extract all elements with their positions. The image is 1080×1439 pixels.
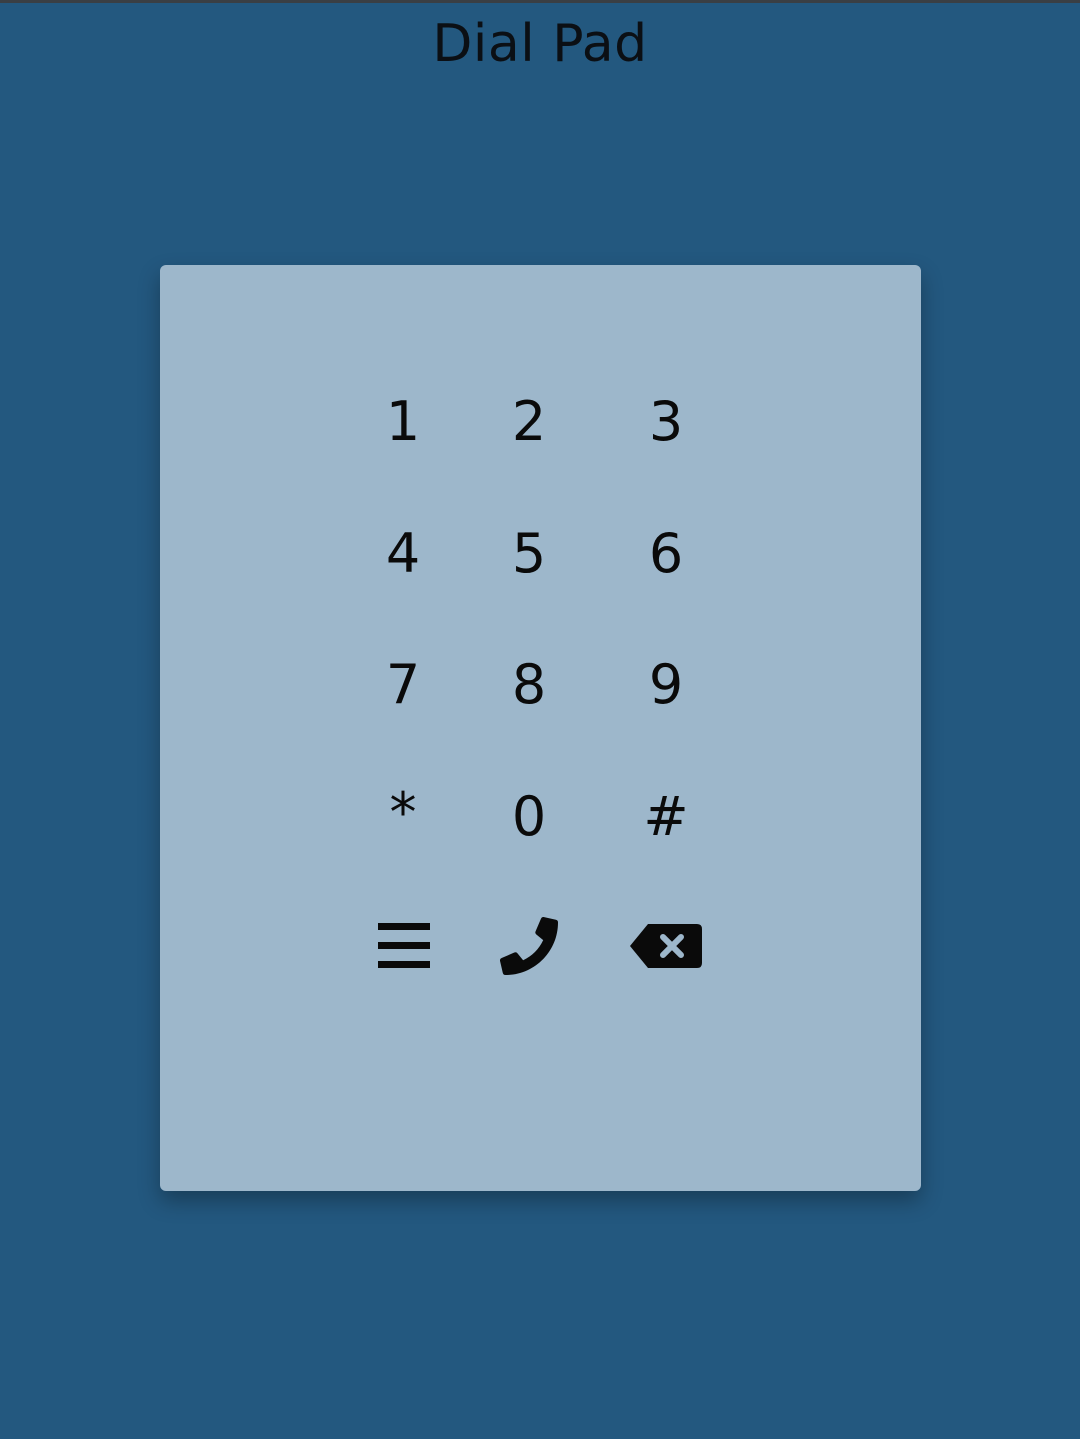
- key-5[interactable]: 5: [474, 499, 584, 609]
- dial-pad-card: 1 2 3 4 5 6 7 8 9 * 0 #: [160, 265, 921, 1191]
- key-hash[interactable]: #: [611, 762, 721, 872]
- key-0-label: 0: [511, 785, 547, 848]
- key-7-label: 7: [385, 653, 421, 716]
- backspace-icon: [630, 924, 702, 968]
- status-divider: [0, 0, 1080, 3]
- page-title: Dial Pad: [432, 14, 648, 74]
- key-2-label: 2: [511, 390, 547, 453]
- menu-button[interactable]: [349, 891, 459, 1001]
- hamburger-menu-icon: [378, 923, 430, 968]
- key-4[interactable]: 4: [348, 499, 458, 609]
- key-2[interactable]: 2: [474, 367, 584, 477]
- key-6[interactable]: 6: [611, 499, 721, 609]
- backspace-button[interactable]: [611, 891, 721, 1001]
- call-button[interactable]: [474, 891, 584, 1001]
- key-star[interactable]: *: [348, 758, 458, 868]
- key-6-label: 6: [648, 522, 684, 585]
- key-8-label: 8: [511, 653, 547, 716]
- key-5-label: 5: [511, 522, 547, 585]
- key-9-label: 9: [648, 653, 684, 716]
- key-hash-label: #: [643, 785, 689, 848]
- key-9[interactable]: 9: [611, 630, 721, 740]
- key-4-label: 4: [385, 522, 421, 585]
- phone-icon: [500, 917, 558, 975]
- key-star-label: *: [389, 781, 417, 844]
- key-8[interactable]: 8: [474, 630, 584, 740]
- key-7[interactable]: 7: [348, 630, 458, 740]
- key-3-label: 3: [648, 390, 684, 453]
- key-1-label: 1: [385, 390, 421, 453]
- key-1[interactable]: 1: [348, 367, 458, 477]
- key-3[interactable]: 3: [611, 367, 721, 477]
- key-0[interactable]: 0: [474, 762, 584, 872]
